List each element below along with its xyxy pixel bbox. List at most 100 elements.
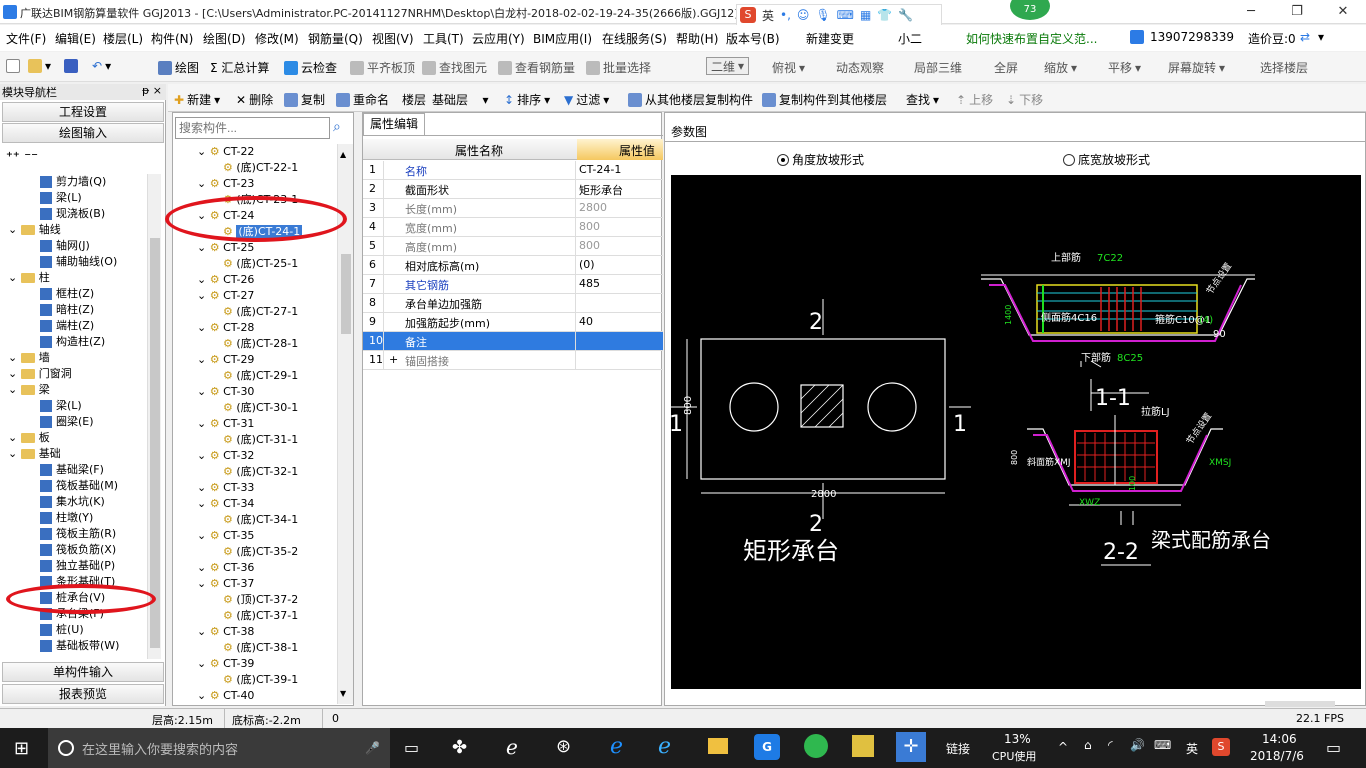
expand-arrow-icon[interactable]: ⌄ <box>197 145 210 158</box>
component-tree-item[interactable]: ⚙ (底)CT-34-1 <box>223 512 298 528</box>
angle-slope-radio[interactable]: 角度放坡形式 <box>777 151 864 168</box>
expand-arrow-icon[interactable]: ⌄ <box>197 177 210 190</box>
component-tree-item[interactable]: ⌄ ⚙ CT-23 <box>197 176 254 192</box>
nav-scrollbar[interactable] <box>147 174 161 659</box>
menu-bim[interactable]: BIM应用(I) <box>533 30 592 47</box>
project-settings-button[interactable]: 工程设置 <box>2 102 164 122</box>
bottom-width-slope-radio[interactable]: 底宽放坡形式 <box>1063 151 1150 168</box>
new-component-button[interactable]: ✚ 新建 ▾ <box>174 91 220 108</box>
nav-item[interactable]: ⌄ 柱 <box>8 270 50 286</box>
more-icon[interactable]: ▾ <box>1318 30 1324 44</box>
expand-arrow-icon[interactable]: ⌄ <box>197 657 210 670</box>
component-tree-item[interactable]: ⌄ ⚙ CT-32 <box>197 448 254 464</box>
property-row[interactable]: 7 其它钢筋 485 <box>363 275 663 294</box>
param-scroll-stub[interactable] <box>1265 701 1335 707</box>
tray-up-icon[interactable]: ^ <box>1058 740 1068 754</box>
menu-view[interactable]: 视图(V) <box>372 30 414 47</box>
move-up-button[interactable]: ⇡ 上移 <box>956 91 993 108</box>
component-search-input[interactable] <box>175 117 330 139</box>
expand-arrow-icon[interactable]: ⌄ <box>197 241 210 254</box>
copy-from-other-floor-button[interactable]: 从其他楼层复制构件 <box>628 91 753 108</box>
component-tree-item[interactable]: ⌄ ⚙ CT-27 <box>197 288 254 304</box>
menu-file[interactable]: 文件(F) <box>6 30 46 47</box>
menu-version[interactable]: 版本号(B) <box>726 30 780 47</box>
expand-arrow-icon[interactable]: ⌄ <box>8 271 21 284</box>
property-value[interactable]: CT-24-1 <box>579 163 621 176</box>
nav-item[interactable]: ⌄ 梁 <box>8 382 50 398</box>
top-view-button[interactable]: 俯视 ▾ <box>772 59 805 76</box>
property-value[interactable]: 2800 <box>579 201 607 214</box>
open-file-icon[interactable]: ▾ <box>28 59 51 73</box>
expand-arrow-icon[interactable]: ⌄ <box>8 447 21 460</box>
orbit-button[interactable]: 动态观察 <box>836 59 884 76</box>
green-app-icon[interactable] <box>804 734 828 758</box>
expand-arrow-icon[interactable]: ⌄ <box>197 689 210 702</box>
expand-arrow-icon[interactable]: ⌄ <box>197 273 210 286</box>
nav-item[interactable]: 轴网(J) <box>40 238 90 254</box>
component-tree-item[interactable]: ⌄ ⚙ CT-40 <box>197 688 254 704</box>
expand-arrow-icon[interactable]: ⌄ <box>197 289 210 302</box>
exchange-icon[interactable]: ⇄ <box>1300 30 1310 44</box>
notification-icon[interactable]: ▭ <box>1326 738 1341 757</box>
property-row[interactable]: 3 长度(mm) 2800 <box>363 199 663 218</box>
nav-item[interactable]: 端柱(Z) <box>40 318 94 334</box>
component-tree-item[interactable]: ⌄ ⚙ CT-34 <box>197 496 254 512</box>
component-tree-item[interactable]: ⌄ ⚙ CT-37 <box>197 576 254 592</box>
expand-arrow-icon[interactable]: ⌄ <box>197 353 210 366</box>
menu-help[interactable]: 帮助(H) <box>676 30 718 47</box>
property-value[interactable]: 40 <box>579 315 593 328</box>
ime-indicator[interactable]: 英 <box>1186 740 1198 757</box>
glodon-app-icon[interactable]: G <box>754 734 780 760</box>
ime-toolbar[interactable]: S 英 •, ☺ 🎙 ⌨ ▦ 👕 🔧 <box>736 4 942 26</box>
nav-item[interactable]: 桩(U) <box>40 622 84 638</box>
search-icon[interactable]: ⌕ <box>333 119 341 135</box>
property-value[interactable]: (0) <box>579 258 595 271</box>
new-file-icon[interactable] <box>6 59 20 73</box>
property-row[interactable]: 1 名称 CT-24-1 <box>363 161 663 180</box>
nav-item[interactable]: 剪力墙(Q) <box>40 174 106 190</box>
component-tree-item[interactable]: ⌄ ⚙ CT-31 <box>197 416 254 432</box>
draw-input-button[interactable]: 绘图输入 <box>2 123 164 143</box>
network-icon[interactable]: ⌂ <box>1084 738 1092 752</box>
property-value[interactable]: 800 <box>579 220 600 233</box>
menu-xiaoer[interactable]: 小二 <box>898 30 922 47</box>
property-row[interactable]: 6 相对底标高(m) (0) <box>363 256 663 275</box>
component-tree-item[interactable]: ⌄ ⚙ CT-33 <box>197 480 254 496</box>
menu-draw[interactable]: 绘图(D) <box>203 30 246 47</box>
sort-button[interactable]: ↕ 排序 ▾ <box>504 91 550 108</box>
nav-item[interactable]: ⌄ 轴线 <box>8 222 61 238</box>
nav-item[interactable]: 暗柱(Z) <box>40 302 94 318</box>
component-tree-item[interactable]: ⚙ (顶)CT-37-2 <box>223 592 298 608</box>
menu-tools[interactable]: 工具(T) <box>423 30 464 47</box>
menu-edit[interactable]: 编辑(E) <box>55 30 96 47</box>
component-tree-item[interactable]: ⚙ (底)CT-29-1 <box>223 368 298 384</box>
summary-calc-button[interactable]: Σ 汇总计算 <box>210 59 269 76</box>
select-floor-button[interactable]: 选择楼层 <box>1260 59 1308 76</box>
menu-floor[interactable]: 楼层(L) <box>103 30 143 47</box>
rotate-screen-button[interactable]: 屏幕旋转 ▾ <box>1168 59 1225 76</box>
ask-link[interactable]: 如何快速布置自定义范... <box>966 30 1097 47</box>
component-tree-item[interactable]: ⚙ (底)CT-37-1 <box>223 608 298 624</box>
expand-arrow-icon[interactable]: ⌄ <box>197 385 210 398</box>
expand-arrow-icon[interactable]: ⌄ <box>197 449 210 462</box>
expand-arrow-icon[interactable]: ⌄ <box>8 351 21 364</box>
expand-arrow-icon[interactable]: ⌄ <box>197 625 210 638</box>
copy-to-other-floor-button[interactable]: 复制构件到其他楼层 <box>762 91 887 108</box>
find-button[interactable]: 查找 ▾ <box>906 91 939 108</box>
menu-component[interactable]: 构件(N) <box>151 30 193 47</box>
expand-arrow-icon[interactable]: ⌄ <box>197 577 210 590</box>
component-tree-item[interactable]: ⌄ ⚙ CT-35 <box>197 528 254 544</box>
property-row[interactable]: 4 宽度(mm) 800 <box>363 218 663 237</box>
property-row[interactable]: 11 + 锚固搭接 <box>363 351 663 370</box>
keyboard-icon[interactable]: ⌨ <box>1154 738 1171 752</box>
component-tree-item[interactable]: ⌄ ⚙ CT-38 <box>197 624 254 640</box>
batch-select-button[interactable]: 批量选择 <box>586 59 651 76</box>
component-tree-item[interactable]: ⚙ (底)CT-31-1 <box>223 432 298 448</box>
expand-arrow-icon[interactable]: ⌄ <box>197 417 210 430</box>
notification-badge[interactable]: 73 <box>1010 0 1050 20</box>
nav-item[interactable]: ⌄ 墙 <box>8 350 50 366</box>
component-tree-item[interactable]: ⚙ (底)CT-38-1 <box>223 640 298 656</box>
nav-item[interactable]: ⌄ 门窗洞 <box>8 366 72 382</box>
report-preview-button[interactable]: 报表预览 <box>2 684 164 704</box>
component-tree-item[interactable]: ⚙ (底)CT-30-1 <box>223 400 298 416</box>
